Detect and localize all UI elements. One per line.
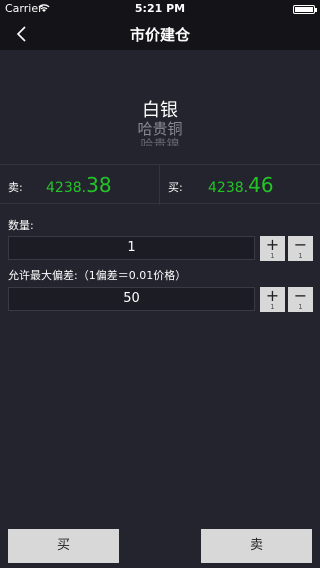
nav-bar: 市价建仓: [0, 18, 320, 50]
sell-button[interactable]: 卖: [201, 529, 312, 563]
sell-price-cell: 卖: 4238.38: [0, 165, 159, 205]
buy-price-dec: 46: [248, 173, 274, 197]
deviation-plus-step: 1: [270, 303, 275, 311]
sell-price-dec: 38: [86, 173, 112, 197]
buy-price-cell: 买: 4238.46: [160, 165, 320, 205]
quantity-minus-step: 1: [298, 252, 303, 260]
sell-price-label: 卖:: [8, 181, 23, 194]
page-title: 市价建仓: [129, 26, 190, 44]
sell-price-value: 4238.38: [46, 173, 112, 197]
quantity-label: 数量:: [8, 219, 34, 232]
deviation-label: 允许最大偏差:（1偏差＝0.01价格）: [8, 269, 187, 282]
status-bar: Carrier 5:21 PM: [0, 0, 320, 18]
product-picker[interactable]: 白银 哈贵铜 哈贵镍: [0, 50, 320, 160]
buy-button[interactable]: 买: [8, 529, 119, 563]
battery-icon: [293, 5, 317, 14]
deviation-plus-button[interactable]: + 1: [260, 287, 285, 312]
status-time: 5:21 PM: [134, 2, 186, 15]
quantity-minus-button[interactable]: − 1: [288, 236, 313, 261]
quantity-input[interactable]: 1: [8, 236, 255, 260]
quantity-plus-step: 1: [270, 252, 275, 260]
deviation-input[interactable]: 50: [8, 287, 255, 311]
buy-price-int: 4238.: [208, 180, 249, 196]
picker-item[interactable]: 哈贵镍: [0, 134, 320, 146]
buy-price-value: 4238.46: [208, 173, 274, 197]
sell-price-int: 4238.: [46, 180, 87, 196]
price-row: 卖: 4238.38 买: 4238.46: [0, 164, 320, 205]
buy-price-label: 买:: [168, 181, 183, 194]
deviation-minus-button[interactable]: − 1: [288, 287, 313, 312]
quantity-plus-button[interactable]: + 1: [260, 236, 285, 261]
deviation-minus-step: 1: [298, 303, 303, 311]
